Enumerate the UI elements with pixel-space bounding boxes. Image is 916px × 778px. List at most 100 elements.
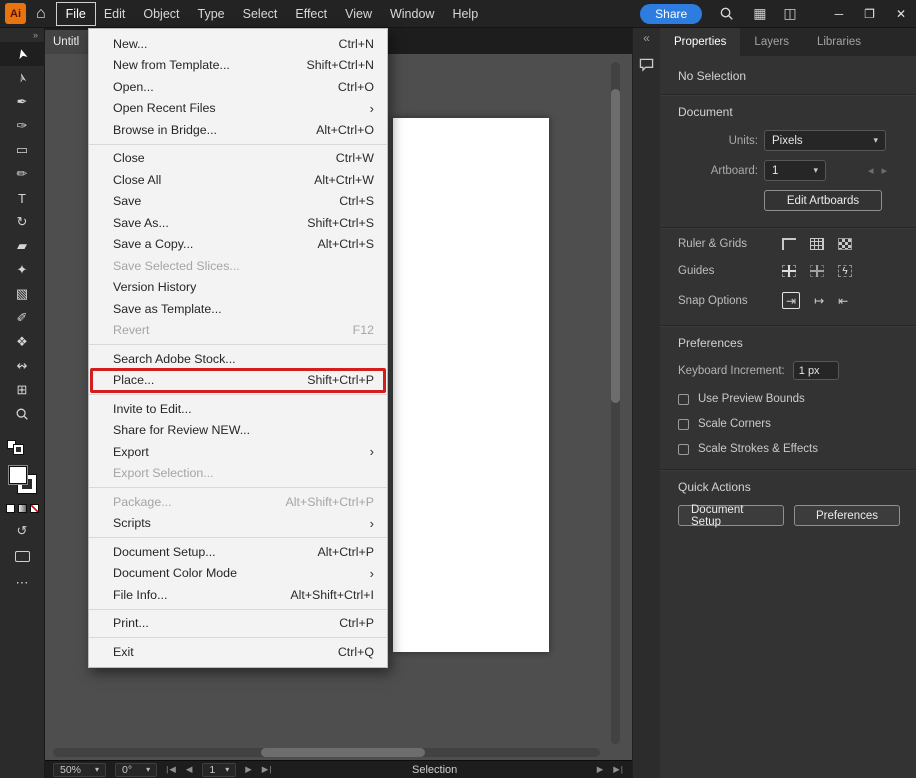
comment-icon[interactable] <box>639 58 654 72</box>
scale-strokes-effects-checkbox[interactable] <box>678 444 689 455</box>
workspace-switcher-icon[interactable]: ▦ <box>753 5 766 22</box>
edit-artboards-button[interactable]: Edit Artboards <box>764 190 882 211</box>
keyboard-increment-field[interactable]: 1 px <box>793 361 839 380</box>
next-artboard-icon[interactable]: ▶ <box>245 764 253 775</box>
artboard-prev-next-icons[interactable]: ◂▸ <box>868 164 895 177</box>
eraser-tool[interactable]: ▰ <box>0 234 45 258</box>
paintbrush-tool[interactable]: ✏ <box>0 162 45 186</box>
menu-window[interactable]: Window <box>381 3 443 25</box>
status-last-icon[interactable]: ▶| <box>613 764 624 775</box>
grid-icon[interactable] <box>810 238 824 250</box>
vertical-scrollbar-thumb[interactable] <box>611 89 620 403</box>
menu-item-close[interactable]: CloseCtrl+W <box>89 148 387 170</box>
eyedropper-tool[interactable]: ✐ <box>0 306 45 330</box>
artboard[interactable] <box>393 118 549 652</box>
color-button[interactable] <box>6 504 15 513</box>
horizontal-scrollbar-thumb[interactable] <box>261 748 425 757</box>
pen-tool[interactable]: ✒ <box>0 90 45 114</box>
gradient-button[interactable] <box>18 504 27 513</box>
menu-item-document-setup[interactable]: Document Setup...Alt+Ctrl+P <box>89 541 387 563</box>
menu-help[interactable]: Help <box>443 3 487 25</box>
type-tool[interactable]: T <box>0 186 45 210</box>
menu-item-share-for-review[interactable]: Share for Review NEW... <box>89 420 387 442</box>
menu-select[interactable]: Select <box>234 3 287 25</box>
scale-corners-checkbox[interactable] <box>678 419 689 430</box>
menu-item-save-as-template[interactable]: Save as Template... <box>89 298 387 320</box>
menu-item-save-as[interactable]: Save As...Shift+Ctrl+S <box>89 212 387 234</box>
smart-guides-icon[interactable]: ϟ <box>838 265 852 277</box>
expand-panel-icon[interactable]: « <box>643 31 650 45</box>
rotation-dropdown[interactable]: 0° ▾ <box>115 763 157 777</box>
status-display[interactable]: Selection <box>412 764 457 776</box>
blend-tool[interactable]: ❖ <box>0 330 45 354</box>
rotate-tool[interactable]: ↻ <box>0 210 45 234</box>
menu-item-save-a-copy[interactable]: Save a Copy...Alt+Ctrl+S <box>89 234 387 256</box>
snap-to-pixel-icon[interactable]: ⇥ <box>782 292 800 309</box>
maximize-button[interactable]: ❐ <box>864 7 875 21</box>
zoom-level-dropdown[interactable]: 50% ▾ <box>53 763 106 777</box>
fill-swatch[interactable] <box>9 466 27 484</box>
snap-to-point-icon[interactable]: ⇤ <box>838 294 848 308</box>
tab-libraries[interactable]: Libraries <box>803 28 875 56</box>
menu-item-new-from-template[interactable]: New from Template...Shift+Ctrl+N <box>89 55 387 77</box>
zoom-tool[interactable] <box>0 402 45 426</box>
curvature-tool[interactable]: ✑ <box>0 114 45 138</box>
menu-item-browse-in-bridge[interactable]: Browse in Bridge...Alt+Ctrl+O <box>89 119 387 141</box>
snap-to-grid-icon[interactable]: ↦ <box>814 294 824 308</box>
menu-object[interactable]: Object <box>134 3 188 25</box>
rotate-view-icon[interactable]: ↺ <box>17 523 28 539</box>
gradient-tool[interactable]: ▧ <box>0 282 45 306</box>
menu-item-new[interactable]: New...Ctrl+N <box>89 33 387 55</box>
search-icon[interactable] <box>719 6 734 21</box>
rectangle-tool[interactable]: ▭ <box>0 138 45 162</box>
document-setup-button[interactable]: Document Setup <box>678 505 784 526</box>
menu-edit[interactable]: Edit <box>95 3 135 25</box>
menu-item-open-recent-files[interactable]: Open Recent Files› <box>89 98 387 120</box>
fill-stroke-swatches[interactable] <box>9 466 36 493</box>
menu-item-save[interactable]: SaveCtrl+S <box>89 191 387 213</box>
menu-item-file-info[interactable]: File Info...Alt+Shift+Ctrl+I <box>89 584 387 606</box>
menu-item-close-all[interactable]: Close AllAlt+Ctrl+W <box>89 169 387 191</box>
none-button[interactable] <box>30 504 39 513</box>
units-dropdown[interactable]: Pixels ▾ <box>764 130 886 151</box>
rulers-icon[interactable] <box>782 238 796 250</box>
previous-artboard-icon[interactable]: ◂ <box>868 165 882 177</box>
horizontal-scrollbar[interactable] <box>53 748 600 757</box>
show-guides-icon[interactable] <box>782 265 796 277</box>
first-artboard-icon[interactable]: |◀ <box>166 764 177 775</box>
vertical-scrollbar[interactable] <box>611 62 620 744</box>
menu-item-place[interactable]: Place... Shift+Ctrl+P <box>89 370 387 392</box>
selection-tool[interactable]: ➤ <box>0 42 45 66</box>
minimize-button[interactable]: ─ <box>835 7 844 21</box>
tab-properties[interactable]: Properties <box>660 28 740 56</box>
menu-item-open[interactable]: Open...Ctrl+O <box>89 76 387 98</box>
shaper-tool[interactable]: ✦ <box>0 258 45 282</box>
use-preview-bounds-checkbox[interactable] <box>678 394 689 405</box>
preferences-button[interactable]: Preferences <box>794 505 900 526</box>
menu-item-export[interactable]: Export› <box>89 441 387 463</box>
screen-mode-icon[interactable] <box>15 551 30 562</box>
menu-item-print[interactable]: Print...Ctrl+P <box>89 613 387 635</box>
last-artboard-icon[interactable]: ▶| <box>262 764 273 775</box>
width-tool[interactable]: ↭ <box>0 354 45 378</box>
close-button[interactable]: ✕ <box>896 7 906 21</box>
tab-layers[interactable]: Layers <box>740 28 803 56</box>
lock-guides-icon[interactable] <box>810 265 824 277</box>
status-next-icon[interactable]: ▶ <box>597 764 605 775</box>
transparency-grid-icon[interactable] <box>838 238 852 250</box>
menu-file[interactable]: File <box>57 3 95 25</box>
default-fill-stroke-icon[interactable] <box>7 440 23 454</box>
menu-type[interactable]: Type <box>189 3 234 25</box>
previous-artboard-icon[interactable]: ◀ <box>186 764 194 775</box>
menu-view[interactable]: View <box>336 3 381 25</box>
menu-item-document-color-mode[interactable]: Document Color Mode› <box>89 563 387 585</box>
home-icon[interactable]: ⌂ <box>36 5 46 23</box>
panel-layout-icon[interactable]: ◫ <box>783 5 796 22</box>
menu-item-search-adobe-stock[interactable]: Search Adobe Stock... <box>89 348 387 370</box>
artboard-dropdown[interactable]: 1 ▾ <box>764 160 826 181</box>
direct-selection-tool[interactable]: ➢ <box>0 66 45 90</box>
menu-item-version-history[interactable]: Version History <box>89 277 387 299</box>
menu-item-scripts[interactable]: Scripts› <box>89 513 387 535</box>
menu-effect[interactable]: Effect <box>286 3 336 25</box>
edit-toolbar-icon[interactable]: ⋯ <box>16 575 29 591</box>
